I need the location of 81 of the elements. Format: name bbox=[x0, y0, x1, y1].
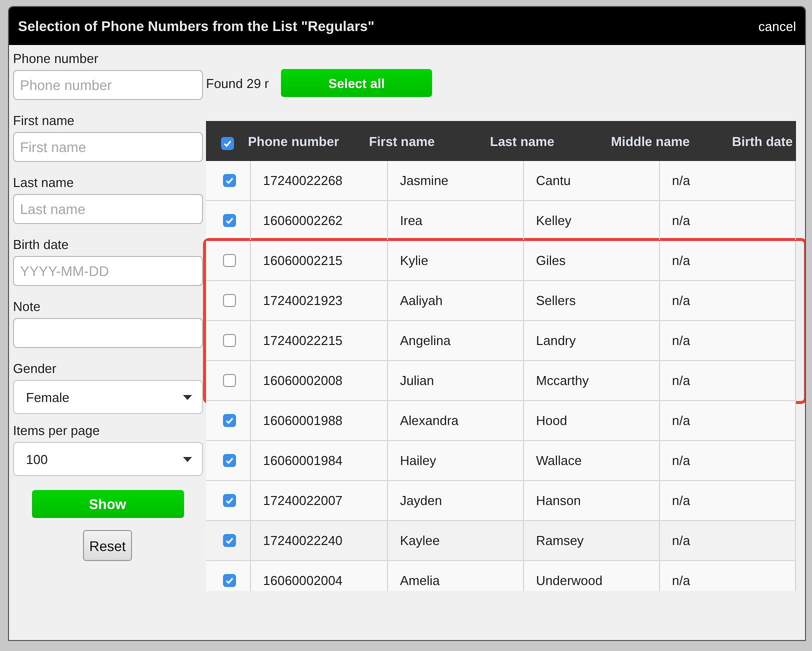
dialog-title: Selection of Phone Numbers from the List "Regulars" bbox=[18, 18, 374, 34]
table-cell: Wallace bbox=[536, 453, 582, 468]
checkbox[interactable] bbox=[222, 574, 236, 587]
table-cell: 17240022007 bbox=[263, 493, 343, 508]
field-label: Note bbox=[13, 299, 42, 316]
table-cell: n/a bbox=[672, 493, 690, 508]
table-cell: Mccarthy bbox=[536, 373, 589, 388]
input-field[interactable] bbox=[13, 318, 203, 348]
column-header[interactable]: Phone number bbox=[248, 134, 369, 148]
input-field[interactable]: YYYY-MM-DD bbox=[13, 256, 203, 286]
table-cell: Kelley bbox=[536, 213, 572, 228]
table-cell: n/a bbox=[672, 213, 690, 228]
table-cell: Jayden bbox=[400, 493, 442, 508]
checkbox[interactable] bbox=[222, 254, 236, 267]
checkbox[interactable] bbox=[222, 414, 236, 427]
table-cell: Kaylee bbox=[400, 533, 440, 548]
field-label: Items per page bbox=[13, 423, 101, 440]
table-cell: Hailey bbox=[400, 453, 436, 468]
table-cell: Ramsey bbox=[536, 533, 584, 548]
checkbox[interactable] bbox=[222, 494, 236, 507]
table-cell: Angelina bbox=[400, 333, 451, 348]
table-cell: 16060002262 bbox=[263, 213, 343, 228]
input-field[interactable]: First name bbox=[13, 132, 203, 162]
table-cell: Hood bbox=[536, 413, 568, 428]
checkbox[interactable] bbox=[222, 214, 236, 227]
dropdown[interactable]: 100 bbox=[13, 442, 203, 476]
table-cell: n/a bbox=[672, 573, 690, 588]
table-cell: Kylie bbox=[400, 253, 428, 268]
table-cell: 16060001984 bbox=[263, 453, 343, 468]
table-cell: Julian bbox=[400, 373, 434, 388]
table-cell: Alexandra bbox=[400, 413, 459, 428]
table-cell: n/a bbox=[672, 253, 690, 268]
table-cell: n/a bbox=[672, 333, 690, 348]
field-label: First name bbox=[13, 113, 76, 130]
field-label: Birth date bbox=[13, 237, 70, 254]
table-cell: n/a bbox=[672, 293, 690, 308]
cancel-link[interactable]: cancel bbox=[758, 18, 796, 34]
checkbox[interactable] bbox=[222, 174, 236, 187]
table-cell: Sellers bbox=[536, 293, 576, 308]
caret-icon bbox=[183, 456, 192, 462]
table-cell: Landry bbox=[536, 333, 576, 348]
checkbox[interactable] bbox=[222, 294, 236, 307]
table-cell: 16060001988 bbox=[263, 413, 343, 428]
table-cell: n/a bbox=[672, 453, 690, 468]
table-cell: 16060002004 bbox=[263, 573, 343, 588]
table-cell: Irea bbox=[400, 213, 422, 228]
field-label: Last name bbox=[13, 175, 75, 192]
checkbox[interactable] bbox=[222, 334, 236, 347]
input-field[interactable]: Phone number bbox=[13, 70, 203, 100]
table-cell: n/a bbox=[672, 413, 690, 428]
table-cell: n/a bbox=[672, 533, 690, 548]
table-cell: 16060002008 bbox=[263, 373, 343, 388]
checkbox[interactable] bbox=[222, 454, 236, 467]
table-cell: 17240022215 bbox=[263, 333, 343, 348]
column-header[interactable]: First name bbox=[369, 134, 490, 148]
table-cell: Jasmine bbox=[400, 173, 448, 188]
table-cell: Giles bbox=[536, 253, 566, 268]
column-header[interactable]: Middle name bbox=[611, 134, 732, 148]
dropdown[interactable]: Female bbox=[13, 380, 203, 414]
table-cell: 17240022240 bbox=[263, 533, 343, 548]
table-cell: 16060002215 bbox=[263, 253, 343, 268]
field-label: Phone number bbox=[13, 51, 100, 68]
table-cell: Hanson bbox=[536, 493, 581, 508]
table-cell: 17240022268 bbox=[263, 173, 343, 188]
table-cell: n/a bbox=[672, 173, 690, 188]
table-cell: Underwood bbox=[536, 573, 602, 588]
input-field[interactable]: Last name bbox=[13, 194, 203, 224]
result-count: Found 29 r bbox=[206, 76, 270, 90]
checkbox[interactable] bbox=[222, 534, 236, 547]
column-header[interactable]: Last name bbox=[490, 134, 611, 148]
reset-button[interactable]: Reset bbox=[83, 530, 132, 561]
checkbox[interactable] bbox=[220, 136, 234, 150]
table-cell: n/a bbox=[672, 373, 690, 388]
checkbox[interactable] bbox=[222, 374, 236, 387]
caret-icon bbox=[183, 394, 192, 400]
column-header[interactable]: Birth date bbox=[732, 134, 805, 148]
table-cell: 17240021923 bbox=[263, 293, 343, 308]
table-cell: Amelia bbox=[400, 573, 440, 588]
table-cell: Cantu bbox=[536, 173, 571, 188]
field-label: Gender bbox=[13, 361, 58, 378]
table-cell: Aaliyah bbox=[400, 293, 443, 308]
